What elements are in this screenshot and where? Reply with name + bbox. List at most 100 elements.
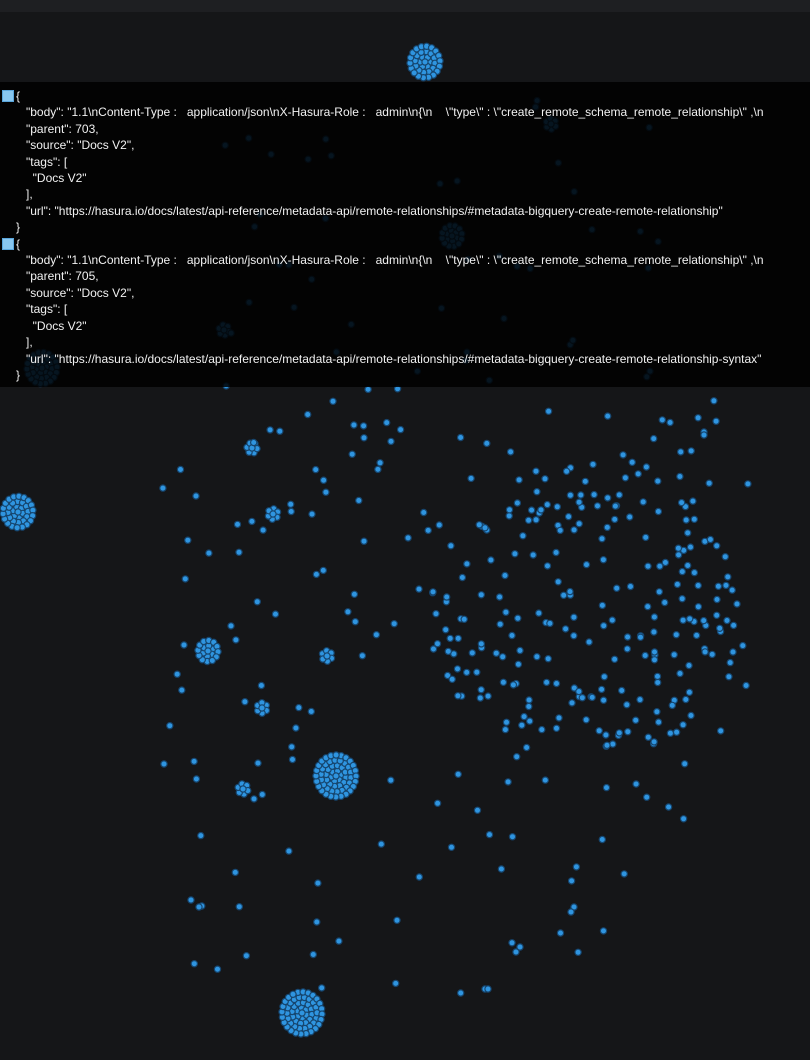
data-point[interactable] (477, 640, 485, 648)
data-point[interactable] (180, 641, 188, 649)
data-point[interactable] (654, 507, 663, 516)
data-point[interactable] (187, 896, 195, 904)
data-point[interactable] (679, 815, 688, 823)
data-point[interactable] (623, 645, 632, 653)
data-point[interactable] (650, 738, 658, 746)
data-point[interactable] (620, 870, 628, 878)
data-point[interactable] (562, 467, 571, 475)
data-point[interactable] (661, 558, 670, 567)
data-point[interactable] (501, 725, 510, 734)
data-point[interactable] (694, 603, 703, 611)
data-point[interactable] (332, 751, 340, 759)
data-point[interactable] (726, 658, 734, 667)
data-point[interactable] (433, 799, 442, 808)
data-point[interactable] (654, 718, 663, 726)
data-point[interactable] (721, 553, 730, 561)
data-point[interactable] (454, 692, 462, 700)
data-point[interactable] (467, 474, 475, 483)
data-point[interactable] (476, 694, 484, 702)
data-point[interactable] (484, 985, 492, 993)
data-point[interactable] (588, 693, 596, 702)
data-point[interactable] (390, 620, 398, 628)
data-point[interactable] (269, 510, 277, 518)
data-point[interactable] (589, 460, 597, 469)
data-point[interactable] (602, 783, 611, 792)
data-point[interactable] (446, 634, 454, 643)
data-point[interactable] (271, 610, 280, 618)
data-point[interactable] (600, 622, 608, 630)
data-point[interactable] (454, 770, 462, 779)
data-point[interactable] (249, 438, 258, 447)
data-point[interactable] (266, 426, 274, 434)
data-point[interactable] (508, 939, 516, 947)
data-point[interactable] (515, 476, 523, 484)
data-point[interactable] (628, 458, 636, 466)
data-point[interactable] (672, 631, 681, 639)
data-point[interactable] (679, 616, 687, 624)
data-point[interactable] (677, 498, 686, 507)
data-point[interactable] (374, 465, 382, 474)
data-point[interactable] (585, 638, 593, 646)
data-point[interactable] (684, 561, 692, 570)
data-point[interactable] (567, 877, 576, 885)
data-point[interactable] (560, 591, 568, 600)
data-point[interactable] (664, 803, 673, 811)
data-point[interactable] (514, 614, 522, 622)
data-point[interactable] (661, 598, 669, 607)
data-point[interactable] (636, 633, 645, 641)
data-point[interactable] (642, 463, 651, 471)
data-point[interactable] (393, 916, 401, 925)
data-point[interactable] (654, 477, 662, 485)
data-point[interactable] (184, 536, 192, 544)
data-point[interactable] (532, 467, 540, 475)
data-point[interactable] (725, 673, 733, 681)
data-point[interactable] (602, 731, 610, 739)
data-point[interactable] (687, 711, 695, 720)
data-point[interactable] (714, 582, 723, 591)
data-point[interactable] (276, 427, 284, 435)
data-point[interactable] (568, 699, 576, 707)
data-point[interactable] (287, 507, 295, 516)
data-point[interactable] (595, 727, 603, 735)
data-point[interactable] (582, 716, 590, 724)
data-point[interactable] (387, 437, 395, 446)
data-point[interactable] (717, 727, 725, 735)
data-point[interactable] (424, 526, 432, 535)
data-point[interactable] (642, 533, 650, 542)
data-point[interactable] (505, 506, 514, 514)
data-point[interactable] (522, 743, 531, 752)
data-point[interactable] (632, 780, 640, 788)
data-point[interactable] (487, 556, 495, 564)
data-point[interactable] (650, 628, 658, 636)
data-point[interactable] (567, 908, 575, 916)
data-point[interactable] (713, 611, 721, 620)
data-point[interactable] (729, 621, 738, 630)
data-point[interactable] (13, 524, 21, 532)
data-point[interactable] (287, 500, 295, 508)
data-point[interactable] (723, 616, 731, 625)
data-point[interactable] (678, 567, 687, 576)
data-point[interactable] (383, 418, 391, 427)
data-point[interactable] (555, 714, 563, 722)
data-point[interactable] (554, 578, 562, 586)
data-point[interactable] (351, 618, 359, 626)
data-point[interactable] (525, 702, 533, 711)
data-point[interactable] (538, 725, 546, 734)
data-point[interactable] (314, 879, 322, 887)
data-point[interactable] (623, 633, 632, 641)
data-point[interactable] (319, 566, 327, 575)
data-point[interactable] (678, 595, 686, 603)
data-point[interactable] (575, 520, 583, 528)
data-point[interactable] (615, 491, 624, 499)
data-point[interactable] (178, 686, 186, 694)
data-point[interactable] (582, 560, 591, 569)
data-point[interactable] (348, 450, 356, 458)
data-point[interactable] (204, 647, 212, 655)
data-point[interactable] (684, 529, 692, 537)
data-point[interactable] (546, 619, 554, 628)
data-point[interactable] (415, 873, 423, 881)
data-point[interactable] (344, 608, 352, 616)
data-point[interactable] (599, 556, 608, 564)
data-point[interactable] (604, 412, 612, 420)
data-point[interactable] (241, 698, 249, 706)
